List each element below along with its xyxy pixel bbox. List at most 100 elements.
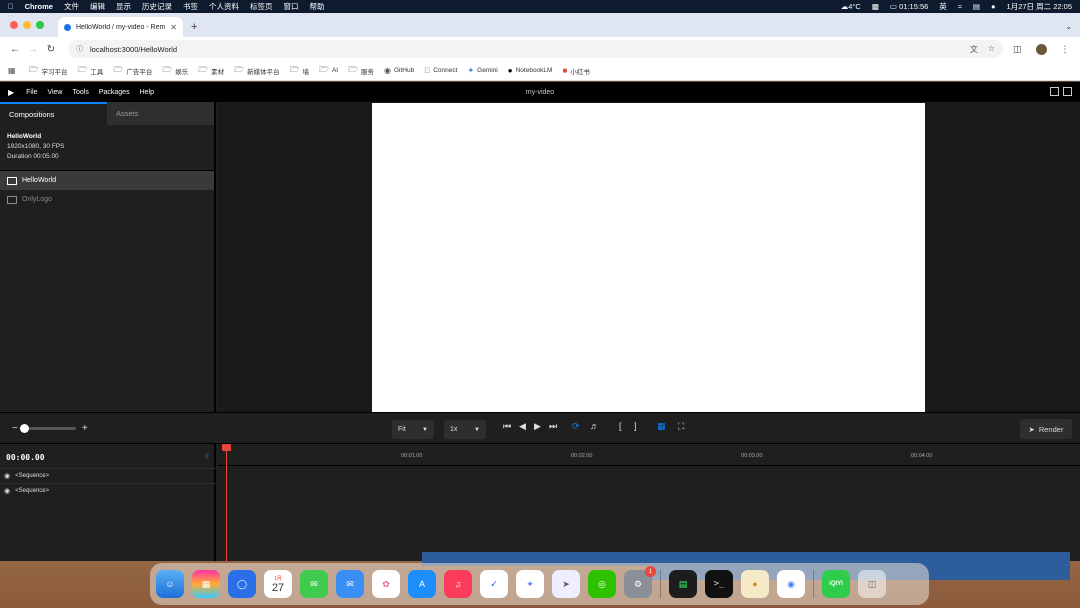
bookmark-folder[interactable]: 🗁 墙 (290, 64, 309, 78)
toggle-left-panel-icon[interactable] (1050, 87, 1059, 96)
finder-icon[interactable]: ☺ (156, 570, 184, 598)
menubar-item-bookmarks[interactable]: 书签 (183, 1, 198, 12)
playhead-handle[interactable] (222, 444, 231, 451)
timeline-track[interactable]: ◉ <Sequence> (0, 468, 216, 482)
menu-packages[interactable]: Packages (99, 89, 130, 96)
zoom-window-button[interactable] (36, 21, 44, 29)
menubar-item-window[interactable]: 窗口 (283, 1, 298, 12)
tab-search-chevron-icon[interactable]: ⌄ (1065, 22, 1072, 31)
bookmark-folder[interactable]: 🗁 学习平台 (29, 64, 68, 78)
composition-item-onlylogo[interactable]: OnlyLogo (0, 190, 214, 209)
address-bar[interactable]: ⓘ localhost:3000/HelloWorld 文 ☆ (68, 40, 1003, 58)
rocket-app-icon[interactable]: ➤ (552, 570, 580, 598)
forward-button[interactable]: → (24, 44, 42, 55)
close-window-button[interactable] (10, 21, 18, 29)
eye-icon[interactable]: ◉ (4, 487, 10, 495)
chrome-icon[interactable]: ◉ (777, 570, 805, 598)
zoom-slider-thumb[interactable] (19, 424, 29, 433)
render-button[interactable]: ➤ Render (1020, 419, 1072, 439)
app-store-icon[interactable]: A (408, 570, 436, 598)
apple-icon[interactable]:  (8, 2, 14, 11)
zoom-out-button[interactable]: − (12, 423, 18, 434)
profile-avatar[interactable] (1035, 43, 1047, 55)
toggle-right-panel-icon[interactable] (1063, 87, 1072, 96)
menubar-item-view[interactable]: 显示 (116, 1, 131, 12)
terminal-icon[interactable]: >_ (705, 570, 733, 598)
browser-tab-active[interactable]: HelloWorld / my-video - Rem ✕ (58, 17, 183, 37)
composition-item-helloworld[interactable]: HelloWorld (0, 171, 214, 190)
system-settings-icon[interactable]: ⚙ 1 (624, 566, 656, 598)
launchpad-icon[interactable]: ▦ (192, 570, 220, 598)
bookmark-link[interactable]: ✦ Gemini (467, 66, 497, 75)
zoom-slider[interactable] (19, 424, 76, 433)
loop-icon[interactable]: ⟳ (572, 421, 580, 432)
bookmark-folder[interactable]: 🗁 AI (319, 64, 338, 78)
trash-icon[interactable]: ◫ (858, 570, 886, 598)
speed-select[interactable]: 1x ▼ (444, 420, 486, 439)
photos-icon[interactable]: ✿ (372, 570, 400, 598)
more-menu-icon[interactable]: ⋮ (1061, 44, 1070, 55)
weather-status[interactable]: ☁4°C (841, 2, 861, 11)
car-icon[interactable]: ▩ (872, 2, 879, 11)
play-icon[interactable]: ▶ (534, 421, 541, 432)
bookmark-folder[interactable]: 🗁 新媒体平台 (234, 64, 279, 78)
zoom-in-button[interactable]: + (82, 423, 88, 434)
music-icon[interactable]: ♫ (444, 570, 472, 598)
remotion-logo-icon[interactable]: ▶ (8, 88, 14, 97)
in-point-icon[interactable]: [ (619, 421, 622, 431)
messages-icon[interactable]: ✉ (300, 570, 328, 598)
minimize-window-button[interactable] (23, 21, 31, 29)
menubar-item-history[interactable]: 历史记录 (142, 1, 172, 12)
timeline-canvas[interactable]: 00:01.00 00:02.00 00:03.00 00:04.00 (218, 444, 1080, 580)
timer-status[interactable]: ▭ 01:15:56 (890, 2, 928, 11)
jump-to-start-icon[interactable]: ⏮ (503, 421, 511, 432)
back-button[interactable]: ← (6, 44, 24, 55)
bookmark-folder[interactable]: 🗁 服务 (348, 64, 374, 78)
bookmark-folder[interactable]: 🗁 娱乐 (162, 64, 188, 78)
timeline-track[interactable]: ◉ <Sequence> (0, 483, 216, 497)
menu-file[interactable]: File (26, 89, 37, 96)
iqiyi-icon[interactable]: iQIYI (822, 570, 850, 598)
eye-icon[interactable]: ◉ (4, 472, 10, 480)
translate-icon[interactable]: 文 (970, 44, 978, 55)
bookmark-link[interactable]: ◉ GitHub (384, 66, 414, 75)
gemini-app-icon[interactable]: ✦ (516, 570, 544, 598)
menubar-item-help[interactable]: 帮助 (309, 1, 324, 12)
wechat-icon[interactable]: ◎ (588, 570, 616, 598)
extensions-icon[interactable]: ◫ (1013, 44, 1022, 55)
bookmark-star-icon[interactable]: ☆ (988, 44, 995, 55)
bookmark-folder[interactable]: 🗁 工具 (77, 64, 103, 78)
playhead[interactable] (222, 444, 231, 561)
menubar-item-profile[interactable]: 个人资料 (209, 1, 239, 12)
out-point-icon[interactable]: ] (634, 421, 637, 431)
mail-icon[interactable]: ✉ (336, 570, 364, 598)
menu-tools[interactable]: Tools (72, 89, 88, 96)
user-icon[interactable]: ● (991, 2, 996, 11)
bookmark-link[interactable]: ● NotebookLM (508, 66, 553, 75)
step-back-icon[interactable]: ◀ (519, 421, 526, 432)
feishu-icon[interactable]: ✓ (480, 570, 508, 598)
bookmark-folder[interactable]: 🗁 广告平台 (113, 64, 152, 78)
calendar-icon[interactable]: 1月 27 (264, 570, 292, 598)
checkerboard-icon[interactable]: ▦ (657, 421, 666, 432)
bookmark-link[interactable]: Connect (424, 66, 457, 75)
new-tab-button[interactable]: + (191, 21, 197, 33)
bookmark-link[interactable]: ■ 小红书 (562, 66, 589, 76)
tab-assets[interactable]: Assets (107, 102, 214, 125)
fit-select[interactable]: Fit ▼ (392, 420, 434, 439)
timeline-ruler[interactable]: 00:01.00 00:02.00 00:03.00 00:04.00 (218, 444, 1080, 466)
video-canvas[interactable] (372, 103, 925, 413)
volume-icon[interactable]: ♬ (590, 421, 599, 431)
step-forward-icon[interactable]: ⏭ (549, 421, 557, 432)
close-tab-icon[interactable]: ✕ (170, 23, 177, 32)
bookmark-folder[interactable]: 🗁 素材 (198, 64, 224, 78)
fullscreen-icon[interactable]: ⛶ (678, 421, 684, 432)
menubar-app-name[interactable]: Chrome (25, 2, 53, 11)
reload-button[interactable]: ↻ (42, 44, 60, 55)
menubar-item-tabs[interactable]: 标签页 (250, 1, 273, 12)
input-method[interactable]: 英 (939, 1, 947, 12)
menubar-clock[interactable]: 1月27日 周二 22:05 (1007, 1, 1072, 12)
control-center-icon[interactable]: ▤ (973, 2, 980, 11)
browser-app-icon[interactable]: ◯ (228, 570, 256, 598)
menubar-item-edit[interactable]: 编辑 (90, 1, 105, 12)
